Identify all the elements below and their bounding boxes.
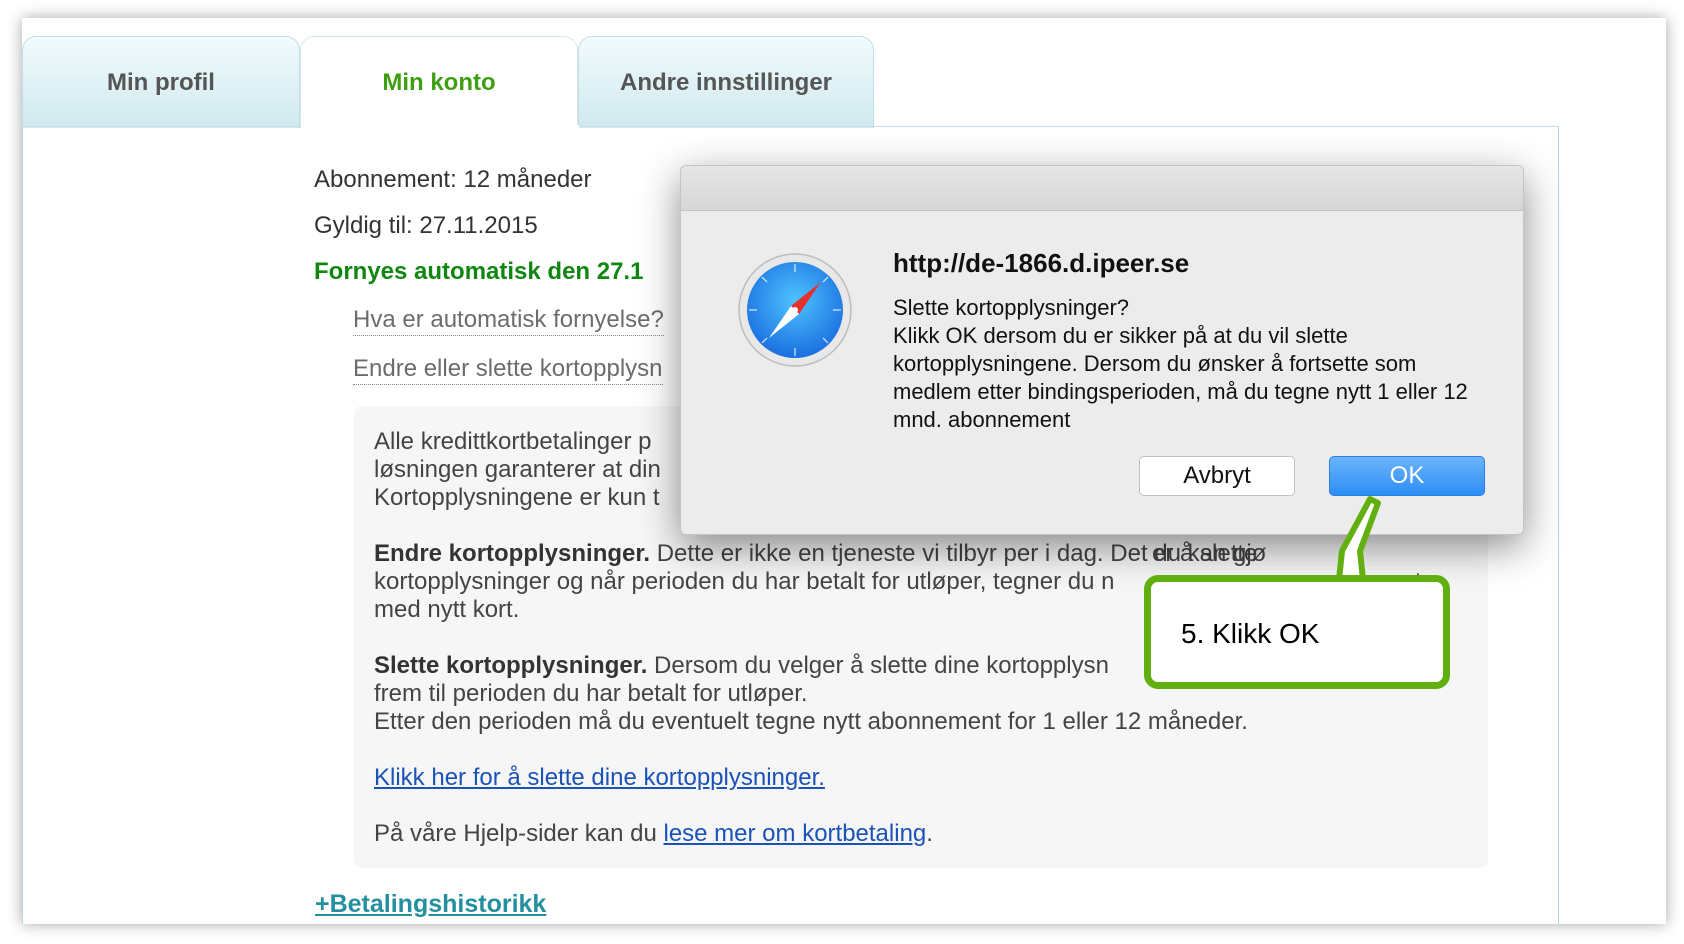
safari-compass-icon <box>738 253 852 367</box>
subscription-text: Abonnement: 12 måneder <box>314 166 592 193</box>
help-row: På våre Hjelp-sider kan du lese mer om k… <box>374 820 1474 848</box>
tab-min-konto[interactable]: Min konto <box>300 36 578 128</box>
ok-button[interactable]: OK <box>1329 456 1485 496</box>
tab-min-profil[interactable]: Min profil <box>22 36 300 128</box>
delete-card-text: Dersom du velger å slette dine kortopply… <box>647 652 1109 679</box>
change-card-paragraph: Endre kortopplysninger. Dette er ikke en… <box>374 540 1474 568</box>
dialog-url: http://de-1866.d.ipeer.se <box>893 248 1190 278</box>
tab-bar: Min profil Min konto Andre innstillinger <box>22 36 1622 128</box>
help-suffix: . <box>926 820 933 847</box>
confirm-dialog: http://de-1866.d.ipeer.se Slette kortopp… <box>680 165 1524 535</box>
callout-text: 5. Klikk OK <box>1181 618 1320 649</box>
browser-page-frame: Min profil Min konto Andre innstillinger… <box>22 18 1666 924</box>
cancel-button[interactable]: Avbryt <box>1139 456 1295 496</box>
change-card-text-right: er å slette <box>1152 540 1258 567</box>
help-prefix: På våre Hjelp-sider kan du <box>374 820 664 847</box>
change-card-title: Endre kortopplysninger. <box>374 540 651 567</box>
delete-card-link-row: Klikk her for å slette dine kortopplysni… <box>374 764 1474 792</box>
payment-history-link[interactable]: +Betalingshistorikk <box>315 890 546 919</box>
delete-card-title: Slette kortopplysninger. <box>374 652 648 679</box>
tab-andre-innstillinger[interactable]: Andre innstillinger <box>578 36 874 128</box>
dialog-message-body: Klikk OK dersom du er sikker på at du vi… <box>893 323 1468 432</box>
dialog-message-title: Slette kortopplysninger? <box>893 295 1130 320</box>
delete-card-line-3: Etter den perioden må du eventuelt tegne… <box>374 708 1248 735</box>
delete-card-link[interactable]: Klikk her for å slette dine kortopplysni… <box>374 764 825 791</box>
dialog-titlebar <box>681 166 1523 211</box>
valid-until-text: Gyldig til: 27.11.2015 <box>314 212 538 239</box>
auto-renew-text: Fornyes automatisk den 27.1 <box>314 258 644 285</box>
tutorial-callout: 5. Klikk OK <box>1144 575 1450 689</box>
change-or-delete-card-link[interactable]: Endre eller slette kortopplysn <box>353 355 663 385</box>
what-is-auto-renew-link[interactable]: Hva er automatisk fornyelse? <box>353 306 664 336</box>
read-more-card-payment-link[interactable]: lese mer om kortbetaling <box>663 820 926 847</box>
dialog-message: Slette kortopplysninger? Klikk OK dersom… <box>893 294 1483 434</box>
